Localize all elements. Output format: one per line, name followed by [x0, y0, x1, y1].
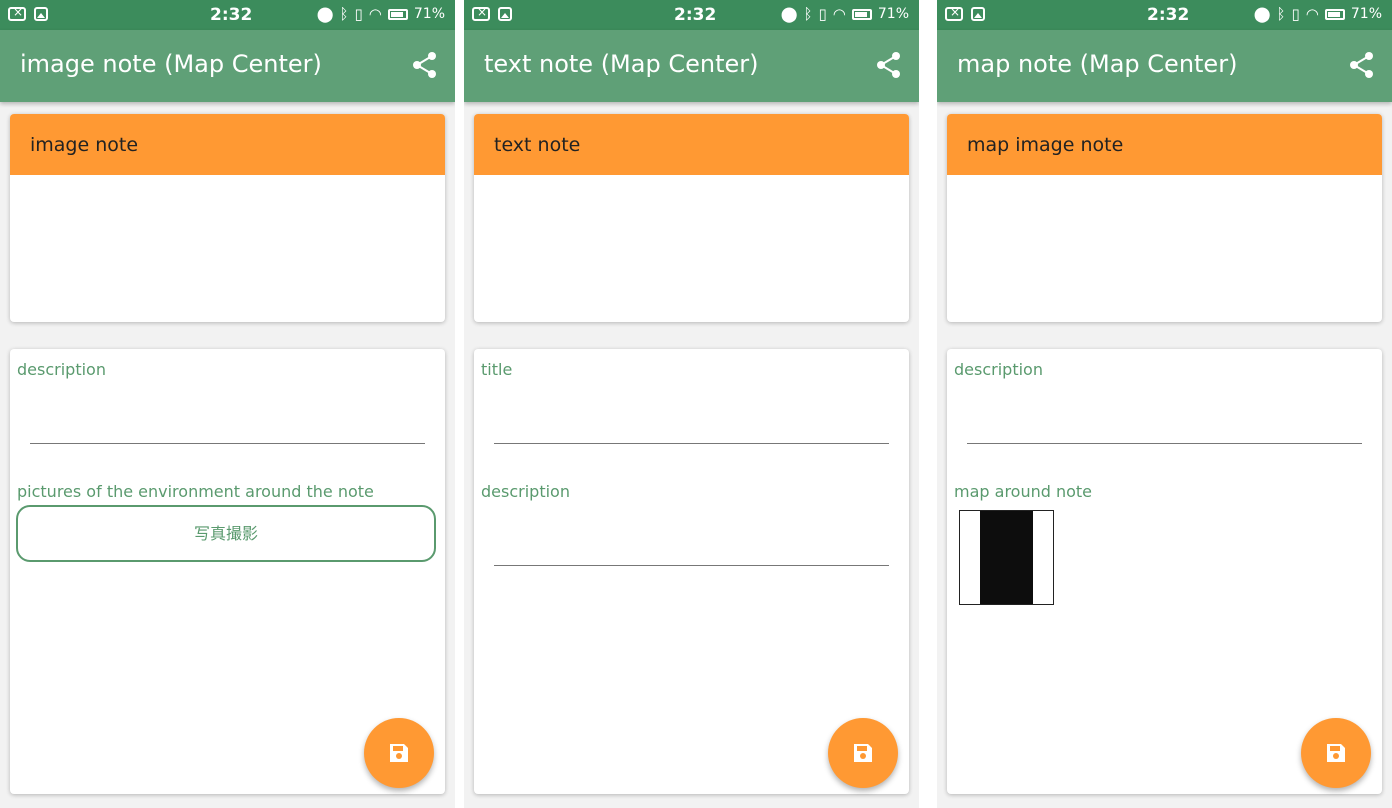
- bluetooth-icon: ᛒ: [1276, 5, 1286, 23]
- map-thumbnail[interactable]: [959, 510, 1054, 605]
- battery-percent: 71%: [413, 6, 445, 22]
- bluetooth-icon: ᛒ: [339, 5, 349, 23]
- share-icon[interactable]: [411, 51, 439, 79]
- location-icon: ⬤: [780, 5, 798, 23]
- description-label: description: [481, 482, 570, 501]
- status-time: 2:32: [674, 5, 717, 25]
- note-type-label: image note: [30, 134, 139, 156]
- vibrate-icon: ▯: [1291, 5, 1300, 23]
- note-type-header: image note: [10, 114, 445, 175]
- notification-image-icon: [498, 7, 512, 21]
- note-header-card: image note: [10, 114, 445, 322]
- map-label: map around note: [954, 482, 1093, 501]
- note-type-header: map image note: [947, 114, 1382, 175]
- battery-icon: [387, 8, 408, 20]
- wifi-icon: ◠: [1305, 5, 1319, 23]
- description-label: description: [954, 360, 1043, 379]
- description-label: description: [17, 360, 106, 379]
- app-bar: text note (Map Center): [464, 30, 919, 102]
- note-type-label: text note: [494, 134, 581, 156]
- save-button[interactable]: [364, 718, 434, 788]
- notification-image-icon: [971, 7, 985, 21]
- pictures-label: pictures of the environment around the n…: [17, 482, 374, 501]
- description-input[interactable]: [494, 565, 889, 566]
- note-header-card: map image note: [947, 114, 1382, 322]
- screen-image-note: 2:32 ⬤ ᛒ ▯ ◠ 71% image note (Map Center)…: [0, 0, 455, 808]
- note-type-header: text note: [474, 114, 909, 175]
- status-bar: 2:32 ⬤ ᛒ ▯ ◠ 71%: [0, 0, 455, 30]
- title-label: title: [481, 360, 513, 379]
- vibrate-icon: ▯: [354, 5, 363, 23]
- status-time: 2:32: [210, 5, 253, 25]
- status-bar: 2:32 ⬤ ᛒ ▯ ◠ 71%: [937, 0, 1392, 30]
- app-bar: map note (Map Center): [937, 30, 1392, 102]
- page-title: map note (Map Center): [957, 50, 1238, 78]
- wifi-icon: ◠: [832, 5, 846, 23]
- save-icon: [854, 744, 872, 762]
- take-photo-button[interactable]: 写真撮影: [16, 505, 436, 562]
- description-input[interactable]: [967, 443, 1362, 444]
- vibrate-icon: ▯: [818, 5, 827, 23]
- notification-close-icon: [945, 4, 963, 21]
- save-icon: [1327, 744, 1345, 762]
- map-image: [980, 511, 1033, 604]
- screen-text-note: 2:32 ⬤ ᛒ ▯ ◠ 71% text note (Map Center) …: [464, 0, 919, 808]
- note-type-label: map image note: [967, 134, 1124, 156]
- location-icon: ⬤: [316, 5, 334, 23]
- screen-map-note: 2:32 ⬤ ᛒ ▯ ◠ 71% map note (Map Center) m…: [937, 0, 1392, 808]
- note-header-card: text note: [474, 114, 909, 322]
- status-bar: 2:32 ⬤ ᛒ ▯ ◠ 71%: [464, 0, 919, 30]
- location-icon: ⬤: [1253, 5, 1271, 23]
- battery-percent: 71%: [1350, 6, 1382, 22]
- notification-close-icon: [8, 4, 26, 21]
- bluetooth-icon: ᛒ: [803, 5, 813, 23]
- share-icon[interactable]: [1348, 51, 1376, 79]
- page-title: text note (Map Center): [484, 50, 759, 78]
- wifi-icon: ◠: [368, 5, 382, 23]
- battery-icon: [851, 8, 872, 20]
- title-input[interactable]: [494, 443, 889, 444]
- save-button[interactable]: [828, 718, 898, 788]
- app-bar: image note (Map Center): [0, 30, 455, 102]
- description-input[interactable]: [30, 443, 425, 444]
- battery-percent: 71%: [877, 6, 909, 22]
- battery-icon: [1324, 8, 1345, 20]
- notification-close-icon: [472, 4, 490, 21]
- page-title: image note (Map Center): [20, 50, 322, 78]
- share-icon[interactable]: [875, 51, 903, 79]
- save-icon: [390, 744, 408, 762]
- notification-image-icon: [34, 7, 48, 21]
- status-time: 2:32: [1147, 5, 1190, 25]
- save-button[interactable]: [1301, 718, 1371, 788]
